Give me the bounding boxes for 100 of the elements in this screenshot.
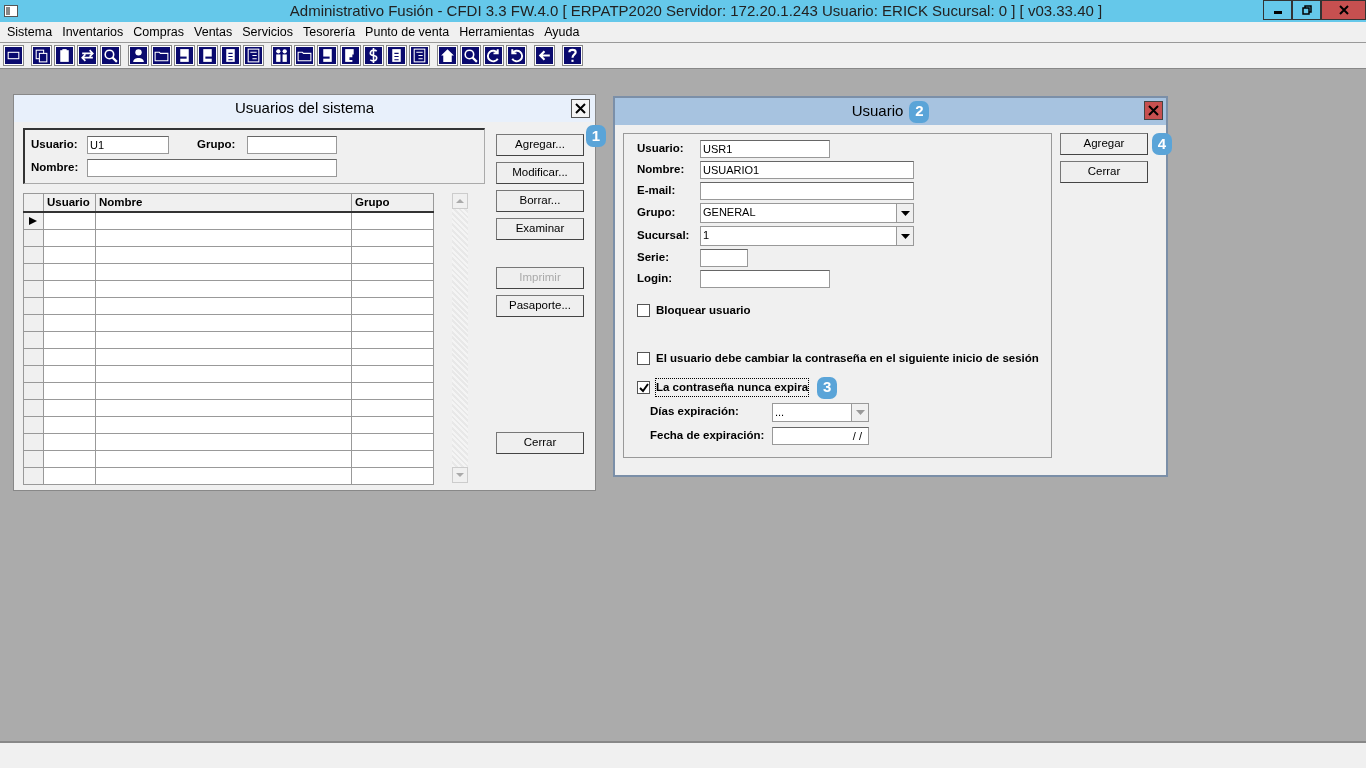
- window-title: Administrativo Fusión - CFDI 3.3 FW.4.0 [ ERPATP2020 Servidor: 172.20.1.243 Usuario: ERICK Sucursal: 0 ] [ v03.33.40 ]: [289, 2, 1103, 19]
- table-cell: [43, 331, 96, 349]
- table-cell: [43, 382, 96, 400]
- checkbox[interactable]: [637, 304, 650, 318]
- dropdown-arrow-icon[interactable]: [900, 233, 910, 239]
- close-icon[interactable]: [575, 103, 586, 114]
- callout-badge: 2: [909, 100, 930, 123]
- document-icon[interactable]: [386, 45, 407, 66]
- field-label: Sucursal:: [637, 228, 691, 244]
- table-cell: [43, 467, 96, 485]
- close-button[interactable]: [571, 99, 590, 118]
- input-field[interactable]: [700, 249, 748, 267]
- document-icon[interactable]: [220, 45, 241, 66]
- refresh-icon[interactable]: [483, 45, 504, 66]
- person-icon[interactable]: [128, 45, 149, 66]
- callout-badge: 3: [817, 376, 838, 399]
- button[interactable]: Cerrar: [1060, 161, 1148, 183]
- button[interactable]: Agregar...: [496, 134, 584, 156]
- field-label: E-mail:: [637, 183, 677, 199]
- field-label: Usuario:: [31, 137, 79, 153]
- menu-item[interactable]: Ventas: [189, 22, 238, 42]
- swap-arrows-icon[interactable]: [77, 45, 98, 66]
- table-cell: [43, 263, 96, 281]
- menu-item[interactable]: Sistema: [2, 22, 58, 42]
- button[interactable]: Borrar...: [496, 190, 584, 212]
- dialog-title: Usuario: [851, 101, 904, 122]
- dropdown[interactable]: GENERAL: [700, 203, 914, 223]
- checkbox-label: La contraseña nunca expira: [656, 378, 809, 397]
- table-cell: [43, 416, 96, 434]
- field-label: Días expiración:: [650, 404, 740, 420]
- list-icon[interactable]: [243, 45, 264, 66]
- input-field[interactable]: [700, 270, 830, 288]
- button[interactable]: Modificar...: [496, 162, 584, 184]
- field-label: Nombre:: [637, 162, 686, 178]
- button[interactable]: Examinar: [496, 218, 584, 240]
- menu-item[interactable]: Servicios: [237, 22, 298, 42]
- column-header[interactable]: Grupo: [351, 193, 434, 213]
- input-field[interactable]: [700, 182, 914, 200]
- checkbox[interactable]: [637, 352, 650, 366]
- dropdown[interactable]: ...: [772, 402, 869, 422]
- clipboard-icon[interactable]: [54, 45, 75, 66]
- callout-badge: 1: [586, 125, 606, 147]
- input-field[interactable]: [87, 159, 337, 177]
- table-cell: [43, 297, 96, 315]
- field-label: Grupo:: [197, 137, 237, 153]
- table-cell: [43, 450, 96, 468]
- home-icon[interactable]: [437, 45, 458, 66]
- field-label: Login:: [637, 271, 674, 287]
- table-cell: [43, 212, 96, 230]
- button[interactable]: Agregar: [1060, 133, 1148, 155]
- input-field[interactable]: / /: [772, 426, 869, 445]
- search-icon[interactable]: [100, 45, 121, 66]
- table-cell: [43, 365, 96, 383]
- input-field[interactable]: USUARIO1: [700, 161, 914, 179]
- table-cell: [43, 348, 96, 366]
- field-label: Fecha de expiración:: [650, 427, 766, 443]
- dollar-icon[interactable]: [363, 45, 384, 66]
- menu-item[interactable]: Compras: [128, 22, 190, 42]
- callout-badge: 4: [1152, 133, 1172, 155]
- column-header[interactable]: Usuario: [43, 193, 96, 213]
- document-minus-icon[interactable]: [197, 45, 218, 66]
- folder-icon[interactable]: [294, 45, 315, 66]
- dropdown[interactable]: 1: [700, 226, 914, 246]
- table-cell: [43, 229, 96, 247]
- menu-item[interactable]: Ayuda: [539, 22, 585, 42]
- input-field[interactable]: [247, 136, 337, 154]
- input-field[interactable]: U1: [87, 136, 169, 154]
- column-header[interactable]: Nombre: [95, 193, 352, 213]
- menu-item[interactable]: Inventarios: [57, 22, 129, 42]
- restore-button[interactable]: [1292, 0, 1321, 20]
- checkbox-label: Bloquear usuario: [656, 303, 751, 318]
- table-cell: [43, 399, 96, 417]
- copy-icon[interactable]: [31, 45, 52, 66]
- undo-icon[interactable]: [506, 45, 527, 66]
- checkbox[interactable]: [637, 381, 650, 394]
- row-pointer-icon: [29, 217, 38, 225]
- button[interactable]: Pasaporte...: [496, 295, 584, 317]
- help-icon[interactable]: [562, 45, 583, 66]
- minimize-button[interactable]: [1263, 0, 1292, 20]
- folder-icon[interactable]: [151, 45, 172, 66]
- back-arrow-icon[interactable]: [534, 45, 555, 66]
- search-icon[interactable]: [460, 45, 481, 66]
- table-cell: [43, 280, 96, 298]
- field-label: Nombre:: [31, 160, 80, 176]
- app-icon: [4, 5, 18, 17]
- menu-item[interactable]: Herramientas: [454, 22, 540, 42]
- dropdown-arrow-icon[interactable]: [900, 210, 910, 216]
- menu-item[interactable]: Punto de venta: [360, 22, 455, 42]
- list-icon[interactable]: [409, 45, 430, 66]
- input-field[interactable]: USR1: [700, 140, 830, 158]
- checkbox-label: El usuario debe cambiar la contraseña en el siguiente inicio de sesión: [656, 351, 1039, 367]
- field-label: Usuario:: [637, 141, 685, 157]
- field-label: Serie:: [637, 250, 670, 266]
- button[interactable]: Cerrar: [496, 432, 584, 454]
- table-cell: [43, 246, 96, 264]
- people-icon[interactable]: [271, 45, 292, 66]
- field-label: Grupo:: [637, 205, 677, 221]
- dialog-title: Usuarios del sistema: [234, 98, 375, 119]
- restore-icon[interactable]: [1301, 5, 1312, 15]
- menu-item[interactable]: Tesorería: [298, 22, 361, 42]
